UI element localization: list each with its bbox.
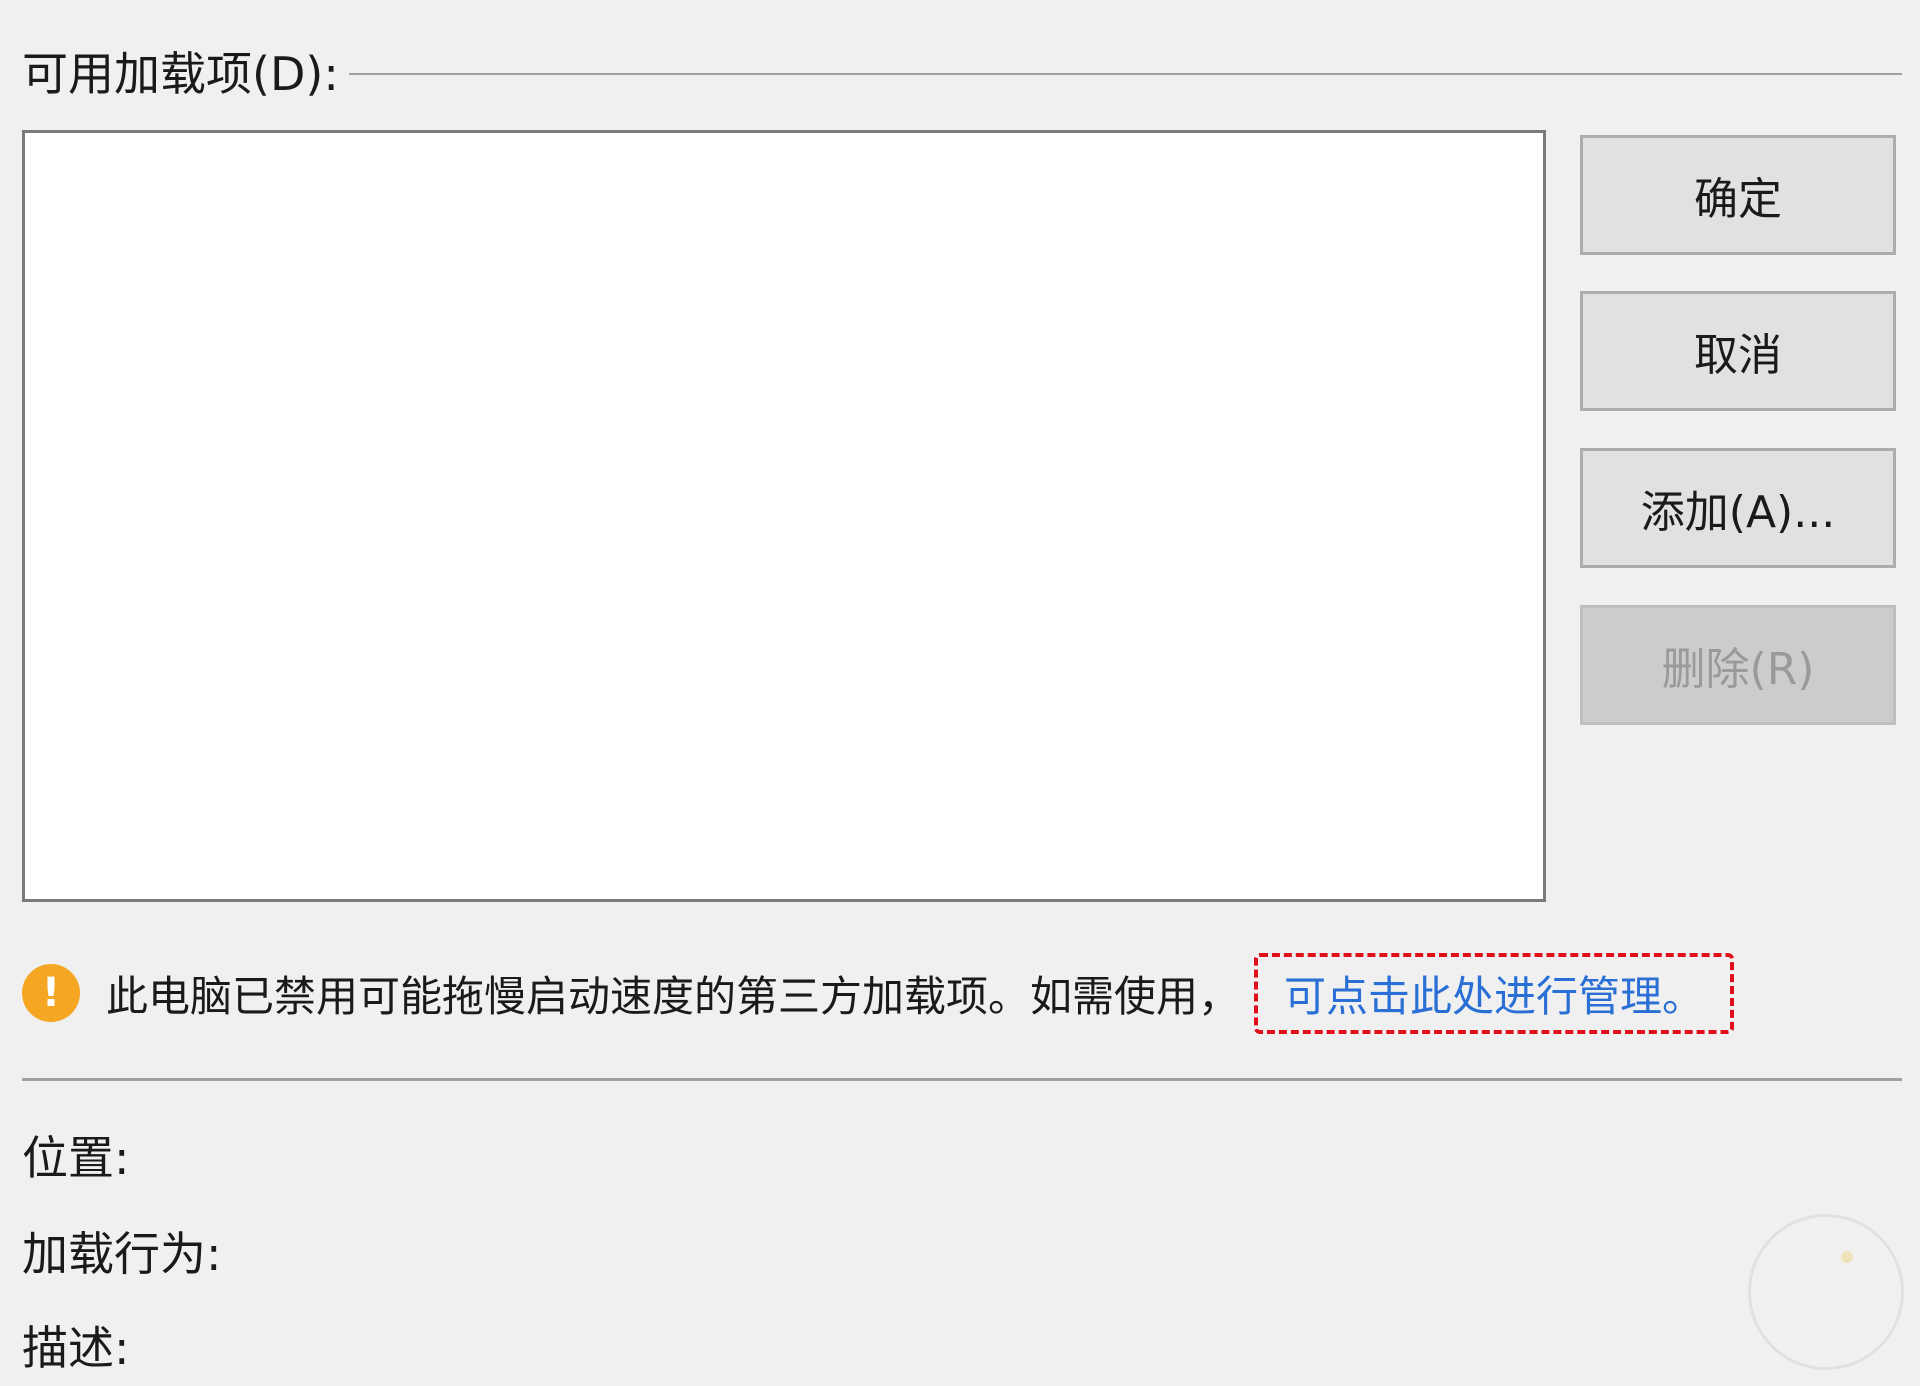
addin-list[interactable]	[22, 130, 1546, 902]
add-button[interactable]: 添加(A)...	[1580, 448, 1896, 568]
notice-text: 此电脑已禁用可能拖慢启动速度的第三方加载项。如需使用，	[106, 971, 1241, 1021]
details-divider	[22, 1078, 1902, 1081]
load-behavior-label: 加载行为:	[22, 1227, 222, 1281]
available-addins-label: 可用加载项(D):	[22, 47, 339, 101]
ok-button[interactable]: 确定	[1580, 135, 1896, 255]
watermark-logo	[1748, 1214, 1904, 1370]
description-label: 描述:	[22, 1321, 130, 1375]
link-highlight-box: 可点击此处进行管理。	[1254, 952, 1735, 1034]
location-label: 位置:	[22, 1131, 130, 1185]
cancel-button[interactable]: 取消	[1580, 291, 1896, 411]
warning-icon: !	[22, 964, 80, 1022]
header-divider	[348, 73, 1902, 75]
watermark-dot	[1841, 1251, 1853, 1263]
disabled-addins-notice: ! 此电脑已禁用可能拖慢启动速度的第三方加载项。如需使用， 可点击此处进行管理。	[22, 952, 1902, 1034]
available-addins-header: 可用加载项(D):	[22, 36, 1902, 106]
manage-addins-link[interactable]: 可点击此处进行管理。	[1284, 972, 1704, 1021]
remove-button: 删除(R)	[1580, 605, 1896, 725]
